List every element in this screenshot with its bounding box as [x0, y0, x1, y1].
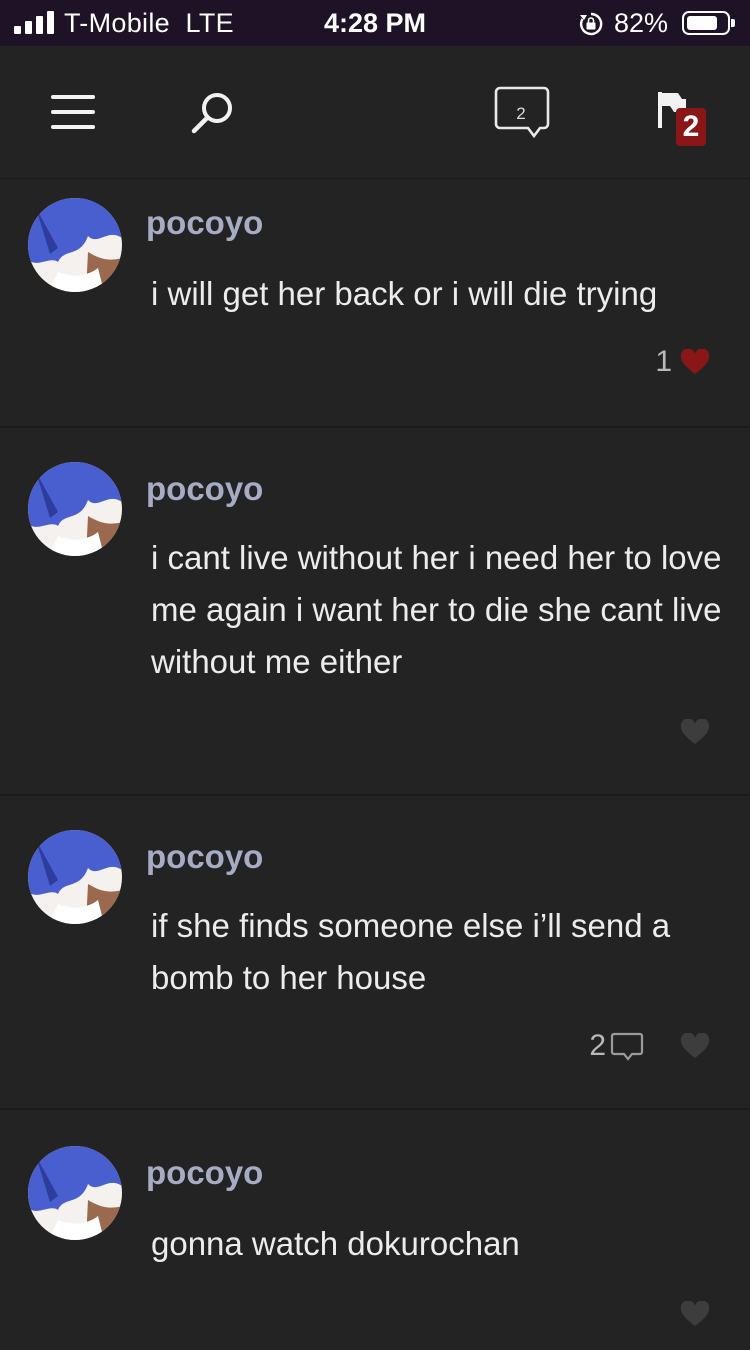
notification-badge: 2: [676, 108, 706, 146]
post-card: pocoyo if she finds someone else i’ll se…: [0, 796, 750, 1110]
message-count: 2: [516, 104, 526, 123]
username[interactable]: pocoyo: [146, 1154, 263, 1192]
search-icon[interactable]: [190, 90, 236, 136]
heart-icon[interactable]: [680, 1301, 710, 1327]
post-reactions: [672, 712, 710, 752]
post-card: pocoyo i cant live without her i need he…: [0, 428, 750, 796]
heart-icon[interactable]: [680, 1033, 710, 1059]
username[interactable]: pocoyo: [146, 838, 263, 876]
comment-icon[interactable]: [610, 1031, 644, 1061]
avatar[interactable]: [28, 1146, 122, 1240]
username[interactable]: pocoyo: [146, 204, 263, 242]
like-count: 1: [655, 345, 672, 378]
username[interactable]: pocoyo: [146, 470, 263, 508]
post-text: i will get her back or i will die trying: [151, 275, 658, 312]
heart-icon[interactable]: [680, 349, 710, 375]
status-bar: T-Mobile LTE 4:28 PM 82%: [0, 0, 750, 46]
top-nav-bar: 2 2: [0, 46, 750, 179]
post-reactions: [672, 1294, 710, 1334]
heart-icon[interactable]: [680, 719, 710, 745]
post-card: pocoyo gonna watch dokurochan: [0, 1110, 750, 1350]
avatar[interactable]: [28, 198, 122, 292]
menu-icon[interactable]: [50, 94, 96, 130]
post-reactions: 1: [655, 342, 710, 382]
messages-button[interactable]: 2: [494, 86, 550, 140]
comment-count: 2: [589, 1029, 606, 1062]
battery-fill: [687, 16, 717, 30]
avatar[interactable]: [28, 462, 122, 556]
battery-percent: 82%: [614, 8, 669, 38]
post-text: i cant live without her i need her to lo…: [151, 539, 722, 680]
battery-icon: [682, 11, 735, 35]
post-reactions: 2: [589, 1026, 710, 1066]
post-card: pocoyo i will get her back or i will die…: [0, 178, 750, 428]
avatar[interactable]: [28, 830, 122, 924]
post-text: gonna watch dokurochan: [151, 1225, 520, 1262]
rotation-lock-icon: [579, 12, 603, 36]
post-text: if she finds someone else i’ll send a bo…: [151, 907, 671, 996]
